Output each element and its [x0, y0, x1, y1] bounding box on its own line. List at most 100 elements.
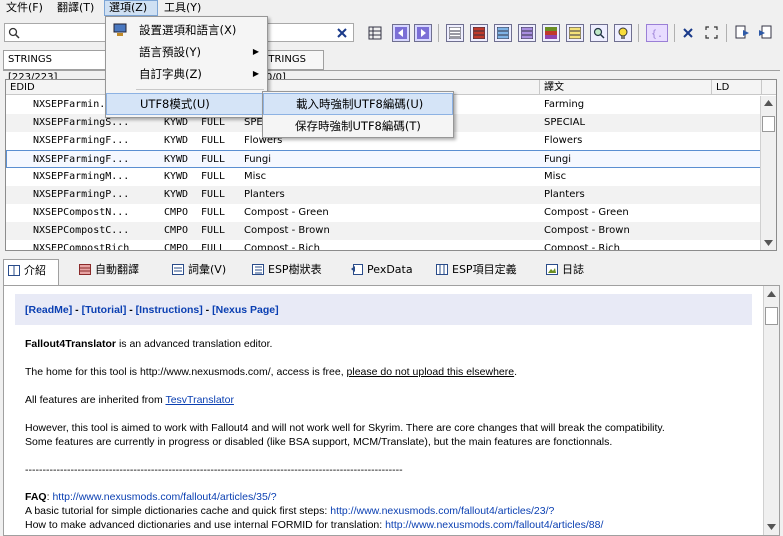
tab-vocabulary[interactable]: 詞彙(V): [168, 259, 232, 283]
script-icon: [351, 264, 363, 275]
menu-file[interactable]: 文件(F): [2, 0, 47, 16]
readme-scroll-thumb[interactable]: [765, 307, 778, 325]
menu-item-force-utf8-load[interactable]: 載入時強制UTF8編碼(U): [263, 93, 453, 115]
readme-link[interactable]: [ReadMe]: [25, 304, 72, 316]
tab-intro[interactable]: 介紹: [3, 259, 59, 285]
cell-edid: NXSEPCompostRich: [33, 243, 130, 251]
filter-grid-icon[interactable]: [368, 26, 382, 40]
menu-item-settings[interactable]: 設置選項和語言(X): [106, 19, 267, 41]
cell-target: Compost - Green: [544, 207, 629, 218]
export-icon[interactable]: [735, 25, 750, 40]
menu-tools[interactable]: 工具(Y): [160, 0, 205, 16]
cell-type: KYWD: [164, 171, 189, 182]
menu-item-force-utf8-save[interactable]: 保存時強制UTF8編碼(T): [263, 115, 453, 137]
table-row[interactable]: NXSEPCompostN... CMPO FULL Compost - Gre…: [6, 204, 761, 222]
find-button[interactable]: [590, 24, 608, 42]
braces-button[interactable]: {..}: [646, 24, 668, 42]
view-purple-button[interactable]: [518, 24, 536, 42]
cell-target: Farming: [544, 99, 585, 110]
hint-button[interactable]: [614, 24, 632, 42]
toolbar-separator: [726, 24, 727, 42]
home-suffix: .: [514, 366, 518, 378]
close-icon[interactable]: [336, 27, 348, 39]
menu-divider: [136, 89, 264, 90]
menu-options[interactable]: 選項(Z): [104, 0, 158, 16]
tutorial-line: A basic tutorial for simple dictionaries…: [25, 505, 554, 517]
red-list-icon: [473, 27, 485, 39]
cell-source: Compost - Rich: [244, 243, 320, 251]
cell-source: Planters: [244, 189, 285, 200]
grid-scrollbar[interactable]: [760, 96, 776, 250]
book-icon: [8, 265, 20, 276]
fullscreen-icon[interactable]: [705, 26, 718, 39]
column-header-ld[interactable]: LD: [712, 80, 762, 95]
import-icon[interactable]: [758, 25, 773, 40]
column-header-spacer: [762, 80, 776, 95]
tab-auto-translate[interactable]: 自動翻譯: [75, 259, 155, 283]
scroll-up-icon[interactable]: [767, 291, 776, 297]
table-row-selected[interactable]: NXSEPFarmingF... KYWD FULL Fungi Fungi: [6, 150, 761, 168]
prev-button[interactable]: [392, 24, 410, 42]
cell-edid: NXSEPFarmingF...: [33, 154, 130, 165]
cell-type: KYWD: [164, 154, 189, 165]
cell-target: Compost - Brown: [544, 225, 630, 236]
cell-target: Compost - Rich: [544, 243, 620, 251]
search-input-extension[interactable]: [268, 23, 354, 42]
menu-item-language-preset-label: 語言預設(Y): [139, 45, 201, 59]
scroll-down-icon[interactable]: [767, 524, 776, 530]
view-red-button[interactable]: [470, 24, 488, 42]
scroll-down-icon[interactable]: [764, 240, 773, 246]
toolbar-separator: [438, 24, 439, 42]
tab-log[interactable]: 日誌: [542, 259, 594, 283]
tesvtranslator-link[interactable]: TesvTranslator: [165, 394, 233, 406]
table-row[interactable]: NXSEPFarmingM... KYWD FULL Misc Misc: [6, 168, 761, 186]
cell-edid: NXSEPFarmingM...: [33, 171, 130, 182]
tab-pexdata-label: PexData: [367, 263, 413, 276]
tab-esp-tree[interactable]: ESP樹狀表: [248, 259, 332, 283]
view-list-button[interactable]: [446, 24, 464, 42]
instructions-link[interactable]: [Instructions]: [136, 304, 203, 316]
view-blue-button[interactable]: [494, 24, 512, 42]
tutorial-link[interactable]: [Tutorial]: [82, 304, 127, 316]
inherit-paragraph: All features are inherited from TesvTran…: [25, 394, 234, 406]
tab-esp-definitions[interactable]: ESP項目定義: [432, 259, 528, 283]
nexus-page-link[interactable]: [Nexus Page]: [212, 304, 279, 316]
view-multi-button[interactable]: [542, 24, 560, 42]
menubar: 文件(F) 翻譯(T) 選項(Z) 工具(Y): [0, 0, 783, 16]
table-row[interactable]: NXSEPCompostC... CMPO FULL Compost - Bro…: [6, 222, 761, 240]
grid-table-icon: [79, 264, 91, 275]
column-header-translation[interactable]: 譯文: [540, 80, 712, 95]
submenu-arrow-icon: ▶: [252, 69, 259, 78]
cell-target: SPECIAL: [544, 117, 586, 128]
view-yellow-button[interactable]: [566, 24, 584, 42]
list-icon: [449, 27, 461, 39]
cell-type: KYWD: [164, 189, 189, 200]
multicolor-list-icon: [545, 27, 557, 39]
menu-translate[interactable]: 翻譯(T): [53, 0, 98, 16]
search-input[interactable]: [4, 23, 107, 42]
close-icon[interactable]: [682, 27, 694, 39]
menu-item-utf8-mode[interactable]: UTF8模式(U): [106, 93, 267, 115]
cell-source: Fungi: [244, 154, 272, 165]
no-reupload-link[interactable]: please do not upload this elsewhere: [347, 366, 515, 378]
tab-pexdata[interactable]: PexData: [347, 259, 419, 283]
tab-strings[interactable]: STRINGS [223/223]: [3, 50, 106, 83]
menu-item-custom-dictionary[interactable]: 自訂字典(Z) ▶: [106, 63, 267, 85]
grid-scroll-thumb[interactable]: [762, 116, 775, 132]
menu-item-language-preset[interactable]: 語言預設(Y) ▶: [106, 41, 267, 63]
next-button[interactable]: [414, 24, 432, 42]
cell-type: KYWD: [164, 135, 189, 146]
cell-edid: NXSEPCompostN...: [33, 207, 130, 218]
tab-auto-translate-label: 自動翻譯: [95, 263, 139, 276]
tutorial-article-link[interactable]: http://www.nexusmods.com/fallout4/articl…: [330, 505, 554, 517]
table-row[interactable]: NXSEPFarmingP... KYWD FULL Planters Plan…: [6, 186, 761, 204]
cell-target: Flowers: [544, 135, 583, 146]
advanced-article-link[interactable]: http://www.nexusmods.com/fallout4/articl…: [385, 519, 603, 531]
readme-scrollbar[interactable]: [763, 286, 779, 535]
table-row[interactable]: NXSEPCompostRich CMPO FULL Compost - Ric…: [6, 240, 761, 251]
faq-link[interactable]: http://www.nexusmods.com/fallout4/articl…: [52, 491, 276, 503]
cell-field: FULL: [201, 225, 226, 236]
cell-source: Misc: [244, 171, 267, 182]
tab-esp-definitions-label: ESP項目定義: [452, 263, 517, 276]
scroll-up-icon[interactable]: [764, 100, 773, 106]
